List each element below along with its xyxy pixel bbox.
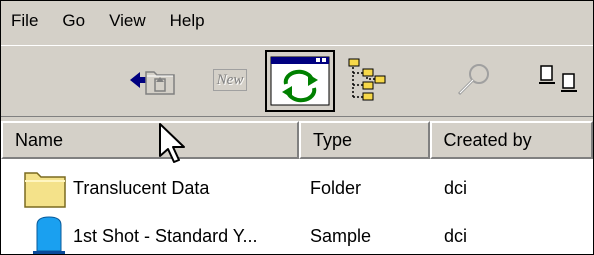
menu-go[interactable]: Go [62, 9, 85, 33]
folder-icon [24, 172, 66, 208]
tree-view-button[interactable] [337, 50, 401, 110]
copy-button[interactable] [531, 50, 593, 110]
refresh-icon [270, 56, 330, 106]
tree-view-icon [348, 58, 386, 101]
column-header-name[interactable]: Name [1, 121, 299, 159]
item-created-by: dci [444, 177, 468, 198]
item-name: Translucent Data [73, 177, 210, 198]
item-type: Sample [310, 225, 372, 246]
up-folder-button[interactable] [133, 50, 187, 110]
item-created-by: dci [444, 225, 468, 246]
file-list: Translucent Data Folder dci 1st Shot - S… [1, 159, 593, 254]
column-header-row: Name Type Created by [1, 121, 593, 159]
item-type: Folder [310, 177, 362, 198]
column-header-type[interactable]: Type [298, 121, 430, 159]
menu-bar: File Go View Help [1, 1, 593, 41]
copy-documents-icon [539, 65, 577, 92]
search-button[interactable] [443, 50, 503, 110]
column-header-created-by[interactable]: Created by [429, 121, 593, 159]
toolbar: New [1, 45, 593, 117]
menu-file[interactable]: File [11, 9, 38, 33]
list-item[interactable]: 1st Shot - Standard Y... Sample dci [1, 213, 593, 254]
sample-icon [33, 216, 65, 254]
menu-help[interactable]: Help [170, 9, 205, 33]
mouse-pointer-icon [159, 123, 185, 163]
explorer-window: File Go View Help New Name Type Created … [0, 0, 594, 255]
new-label: New [212, 69, 248, 91]
folder-up-icon [145, 71, 175, 95]
magnifier-icon [457, 64, 489, 96]
new-button[interactable]: New [204, 50, 256, 110]
list-item[interactable]: Translucent Data Folder dci [1, 165, 593, 211]
item-name: 1st Shot - Standard Y... [73, 225, 258, 246]
refresh-button[interactable] [265, 50, 335, 112]
menu-view[interactable]: View [109, 9, 146, 33]
